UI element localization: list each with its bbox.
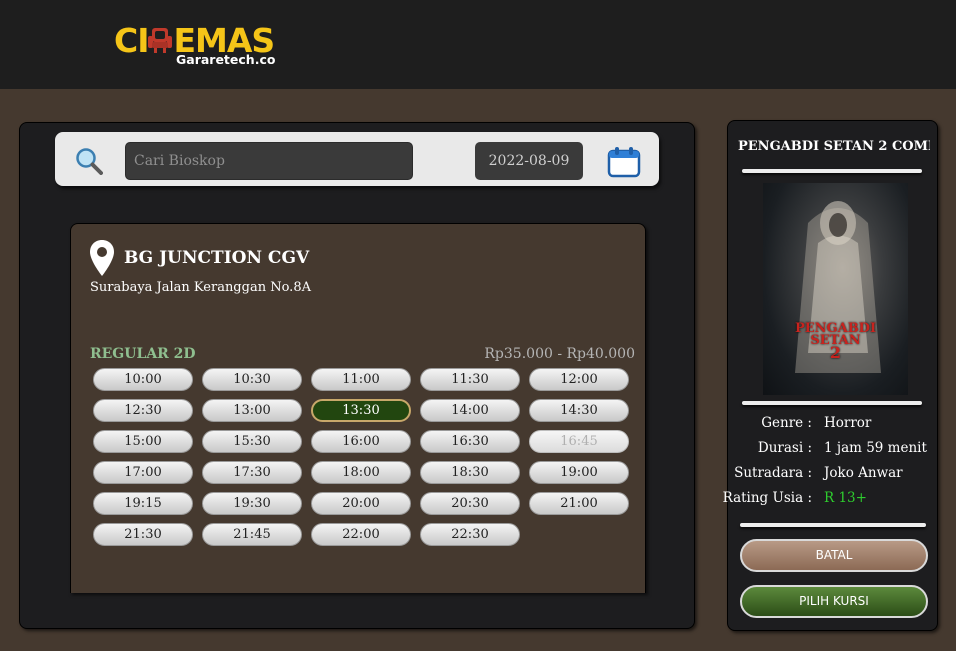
cinema-address: Surabaya Jalan Keranggan No.8A <box>90 280 311 295</box>
showtime-button[interactable]: 11:00 <box>311 368 411 391</box>
cancel-button[interactable]: BATAL <box>740 539 928 572</box>
director-value: Joko Anwar <box>824 465 903 481</box>
showtime-button[interactable]: 15:00 <box>93 430 193 453</box>
showtime-button[interactable]: 16:30 <box>420 430 520 453</box>
showtime-button[interactable]: 14:30 <box>529 399 629 422</box>
choose-seat-button[interactable]: PILIH KURSI <box>740 585 928 618</box>
cinema-seat-icon <box>148 28 172 53</box>
duration-value: 1 jam 59 menit <box>824 440 927 456</box>
showtime-button[interactable]: 21:00 <box>529 492 629 515</box>
info-row-director: Sutradara : Joko Anwar <box>728 465 937 485</box>
poster-title: PENGABDI SETAN 2 <box>794 321 877 362</box>
price-range: Rp35.000 - Rp40.000 <box>484 346 635 362</box>
cinema-card: BG JUNCTION CGV Surabaya Jalan Keranggan… <box>70 223 646 593</box>
app-logo[interactable]: CI EMAS Gararetech.co <box>114 22 276 72</box>
movie-side-panel: PENGABDI SETAN 2 COMM... PENGABDI SETAN … <box>723 120 938 631</box>
duration-label: Durasi : <box>757 440 812 456</box>
showtime-button[interactable]: 19:00 <box>529 461 629 484</box>
showtime-button[interactable]: 22:30 <box>420 523 520 546</box>
showtime-button[interactable]: 18:00 <box>311 461 411 484</box>
divider <box>742 401 922 405</box>
showtime-button[interactable]: 11:30 <box>420 368 520 391</box>
date-field[interactable]: 2022-08-09 <box>475 142 583 180</box>
search-bar: 2022-08-09 <box>55 132 659 186</box>
showtime-button[interactable]: 14:00 <box>420 399 520 422</box>
showtime-button[interactable]: 21:30 <box>93 523 193 546</box>
info-row-genre: Genre : Horror <box>728 415 937 435</box>
divider <box>740 523 926 527</box>
logo-subtitle: Gararetech.co <box>176 52 276 67</box>
poster-figure-icon <box>795 201 881 373</box>
showtime-button[interactable]: 20:00 <box>311 492 411 515</box>
calendar-icon[interactable] <box>607 146 641 178</box>
showtime-button[interactable]: 12:00 <box>529 368 629 391</box>
format-label: REGULAR 2D <box>90 346 196 362</box>
rating-value: R 13+ <box>824 490 867 506</box>
showtime-button[interactable]: 17:00 <box>93 461 193 484</box>
showtime-button: 16:45 <box>529 430 629 453</box>
top-header: CI EMAS Gararetech.co <box>0 0 956 89</box>
showtime-button[interactable]: 13:30 <box>311 399 411 422</box>
info-row-rating: Rating Usia : R 13+ <box>723 490 937 510</box>
genre-label: Genre : <box>761 415 812 431</box>
movie-title: PENGABDI SETAN 2 COMM... <box>738 139 930 154</box>
movie-poster: PENGABDI SETAN 2 <box>763 183 908 395</box>
director-label: Sutradara : <box>734 465 812 481</box>
showtime-button[interactable]: 19:30 <box>202 492 302 515</box>
rating-label: Rating Usia : <box>722 490 812 506</box>
showtime-button[interactable]: 15:30 <box>202 430 302 453</box>
search-icon[interactable] <box>75 147 103 175</box>
showtime-button[interactable]: 12:30 <box>93 399 193 422</box>
showtime-button[interactable]: 10:00 <box>93 368 193 391</box>
search-input[interactable] <box>125 142 413 180</box>
showtime-button[interactable]: 13:00 <box>202 399 302 422</box>
showtime-button[interactable]: 16:00 <box>311 430 411 453</box>
cinema-name: BG JUNCTION CGV <box>124 248 310 268</box>
info-row-duration: Durasi : 1 jam 59 menit <box>728 440 937 460</box>
showtime-button[interactable]: 10:30 <box>202 368 302 391</box>
genre-value: Horror <box>824 415 872 431</box>
divider <box>742 169 922 173</box>
showtime-button[interactable]: 20:30 <box>420 492 520 515</box>
showtime-button[interactable]: 21:45 <box>202 523 302 546</box>
showtime-button[interactable]: 22:00 <box>311 523 411 546</box>
location-pin-icon <box>90 240 114 276</box>
showtime-button[interactable]: 19:15 <box>93 492 193 515</box>
showtime-button[interactable]: 17:30 <box>202 461 302 484</box>
showtime-button[interactable]: 18:30 <box>420 461 520 484</box>
